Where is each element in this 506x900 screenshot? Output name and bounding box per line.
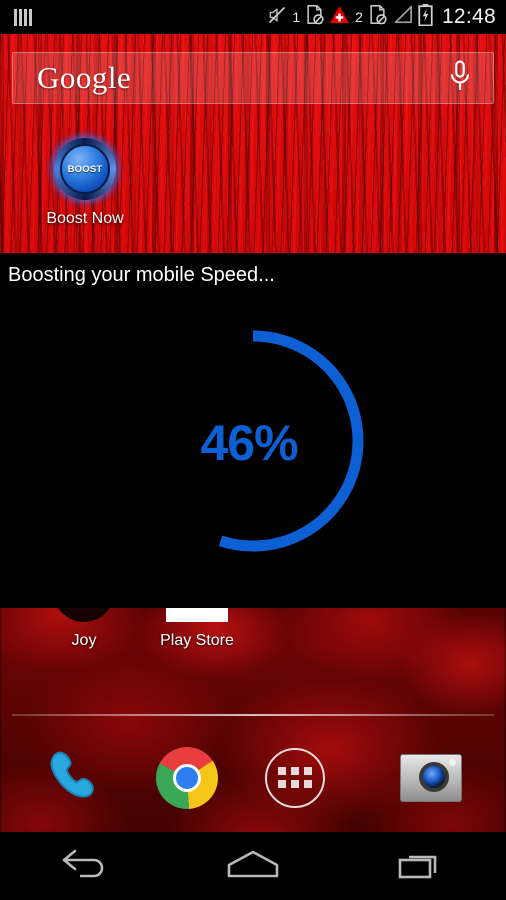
sim1-no-service-icon — [305, 4, 324, 30]
back-arrow-icon — [58, 848, 110, 885]
chrome-icon — [156, 746, 218, 809]
boost-button-icon: BOOST — [45, 129, 125, 209]
sim1-index-label: 1 — [292, 9, 301, 25]
home-app-label-play-store: Play Store — [160, 632, 234, 649]
dock-phone-button[interactable] — [32, 742, 122, 814]
boost-status-title: Boosting your mobile Speed... — [8, 264, 275, 286]
home-app-boost-now[interactable]: BOOST Boost Now — [44, 129, 126, 228]
equalizer-bars-icon — [14, 8, 32, 26]
dock-app-drawer-button[interactable] — [250, 742, 340, 814]
phone-icon — [44, 744, 110, 811]
camera-icon — [400, 753, 462, 802]
status-bar-system-icons: 1 2 12:48 — [267, 3, 506, 31]
battery-charging-icon — [418, 3, 433, 31]
google-logo-text: Google — [37, 60, 132, 95]
status-bar-notifications — [0, 8, 32, 26]
android-screen: 1 2 12:48 Google BOOST Boost Now Joy Pla… — [0, 0, 506, 900]
navigation-bar — [0, 832, 506, 900]
microphone-icon[interactable] — [447, 60, 493, 97]
status-bar[interactable]: 1 2 12:48 — [0, 0, 506, 34]
camera-flash-dot — [449, 758, 456, 766]
boost-progress-gauge: 46% — [0, 293, 506, 593]
sim2-index-label: 2 — [355, 9, 363, 25]
boost-percent-label: 46% — [200, 415, 298, 471]
boost-overlay-panel: Boosting your mobile Speed... 46% — [0, 253, 506, 608]
google-search-widget[interactable]: Google — [12, 52, 494, 104]
recents-button[interactable] — [367, 832, 477, 900]
home-app-label-boost: Boost Now — [46, 210, 124, 227]
home-icon — [226, 848, 280, 885]
dock-chrome-button[interactable] — [142, 742, 232, 814]
home-app-label-joy: Joy — [71, 632, 97, 649]
camera-lens — [419, 761, 449, 792]
sim2-no-service-icon — [368, 4, 387, 30]
status-bar-clock: 12:48 — [441, 5, 496, 28]
ringer-muted-icon — [267, 5, 287, 30]
app-drawer-icon — [265, 747, 325, 808]
alert-triangle-icon — [329, 5, 350, 29]
boost-badge-label: BOOST — [67, 163, 103, 175]
back-button[interactable] — [29, 832, 139, 900]
boost-face: BOOST — [60, 144, 110, 194]
dock — [0, 735, 506, 820]
dock-divider — [12, 714, 494, 716]
recents-icon — [397, 848, 447, 885]
home-button[interactable] — [198, 832, 308, 900]
dock-camera-button[interactable] — [386, 742, 476, 814]
signal-empty-icon — [392, 5, 413, 29]
